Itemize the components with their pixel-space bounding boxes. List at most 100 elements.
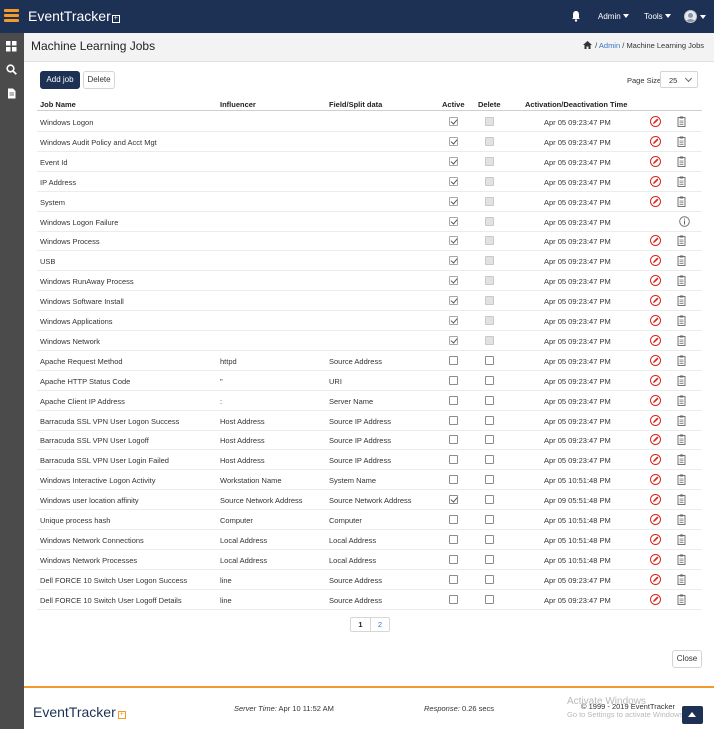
search-icon[interactable] bbox=[6, 64, 17, 75]
active-checkbox[interactable] bbox=[449, 534, 458, 544]
active-checkbox[interactable] bbox=[449, 355, 458, 365]
edit-icon[interactable] bbox=[650, 255, 661, 267]
clipboard-icon[interactable] bbox=[676, 255, 687, 267]
clipboard-icon[interactable] bbox=[676, 196, 687, 207]
clipboard-icon[interactable] bbox=[676, 494, 687, 506]
clipboard-icon[interactable] bbox=[676, 395, 687, 406]
clipboard-icon[interactable] bbox=[676, 335, 687, 346]
edit-icon[interactable] bbox=[650, 514, 661, 525]
clipboard-icon[interactable] bbox=[676, 534, 687, 545]
edit-icon[interactable] bbox=[650, 533, 661, 545]
edit-icon[interactable] bbox=[650, 315, 661, 326]
delete-checkbox[interactable] bbox=[485, 495, 494, 505]
active-checkbox[interactable] bbox=[449, 395, 458, 405]
tools-menu[interactable]: Tools bbox=[644, 12, 671, 21]
column-header-time[interactable]: Activation/Deactivation Time bbox=[525, 100, 627, 109]
clipboard-icon[interactable] bbox=[676, 156, 687, 167]
hamburger-menu-icon[interactable] bbox=[4, 9, 19, 23]
column-header-influencer[interactable]: Influencer bbox=[220, 100, 256, 109]
delete-checkbox[interactable] bbox=[485, 375, 494, 385]
clipboard-icon[interactable] bbox=[676, 355, 687, 366]
bell-icon[interactable] bbox=[571, 10, 581, 22]
clipboard-icon[interactable] bbox=[676, 574, 687, 585]
clipboard-icon[interactable] bbox=[676, 454, 687, 466]
edit-icon[interactable] bbox=[650, 155, 661, 167]
active-checkbox[interactable] bbox=[449, 435, 458, 445]
active-checkbox[interactable] bbox=[449, 515, 458, 524]
delete-checkbox[interactable] bbox=[485, 435, 494, 445]
edit-icon[interactable] bbox=[650, 593, 661, 605]
admin-menu[interactable]: Admin bbox=[598, 12, 629, 21]
clipboard-icon[interactable] bbox=[676, 235, 687, 247]
user-avatar[interactable] bbox=[684, 10, 697, 23]
column-header-delete[interactable]: Delete bbox=[478, 100, 501, 109]
delete-checkbox[interactable] bbox=[485, 574, 494, 584]
delete-checkbox[interactable] bbox=[485, 534, 494, 544]
edit-icon[interactable] bbox=[650, 334, 661, 346]
delete-checkbox[interactable] bbox=[485, 475, 494, 485]
active-checkbox[interactable] bbox=[449, 554, 458, 564]
delete-checkbox[interactable] bbox=[485, 594, 494, 604]
edit-icon[interactable] bbox=[650, 175, 661, 187]
delete-button[interactable]: Delete bbox=[83, 71, 115, 89]
page-size-select[interactable]: 25 bbox=[660, 71, 698, 88]
app-logo[interactable]: EventTracker + bbox=[28, 8, 120, 24]
active-checkbox[interactable] bbox=[449, 594, 458, 604]
edit-icon[interactable] bbox=[650, 135, 661, 147]
close-button[interactable]: Close bbox=[672, 650, 702, 668]
report-icon[interactable] bbox=[6, 88, 17, 99]
edit-icon[interactable] bbox=[650, 235, 661, 247]
active-checkbox[interactable] bbox=[449, 475, 458, 485]
active-checkbox[interactable] bbox=[449, 415, 458, 425]
edit-icon[interactable] bbox=[650, 454, 661, 466]
active-checkbox[interactable] bbox=[449, 375, 458, 385]
clipboard-icon[interactable] bbox=[676, 554, 687, 565]
edit-icon[interactable] bbox=[650, 474, 661, 486]
clipboard-icon[interactable] bbox=[676, 275, 687, 287]
edit-icon[interactable] bbox=[650, 434, 661, 446]
edit-icon[interactable] bbox=[650, 494, 661, 506]
add-job-button[interactable]: Add job bbox=[40, 71, 80, 89]
edit-icon[interactable] bbox=[650, 116, 661, 127]
edit-icon[interactable] bbox=[650, 414, 661, 426]
clipboard-icon[interactable] bbox=[676, 514, 687, 525]
delete-checkbox[interactable] bbox=[485, 355, 494, 365]
delete-checkbox[interactable] bbox=[485, 554, 494, 564]
delete-checkbox[interactable] bbox=[485, 395, 494, 405]
edit-icon[interactable] bbox=[650, 374, 661, 386]
edit-icon[interactable] bbox=[650, 354, 661, 366]
active-checkbox[interactable] bbox=[449, 495, 458, 505]
page-2-button[interactable]: 2 bbox=[370, 618, 389, 631]
column-header-active[interactable]: Active bbox=[442, 100, 465, 109]
clipboard-icon[interactable] bbox=[676, 176, 687, 187]
clipboard-icon[interactable] bbox=[676, 295, 687, 307]
edit-icon[interactable] bbox=[650, 295, 661, 307]
edit-icon[interactable] bbox=[650, 275, 661, 287]
edit-icon[interactable] bbox=[650, 573, 661, 585]
active-checkbox[interactable] bbox=[449, 574, 458, 584]
clipboard-icon[interactable] bbox=[676, 315, 687, 326]
dashboard-grid-icon[interactable] bbox=[6, 41, 17, 52]
home-icon[interactable] bbox=[583, 41, 593, 49]
clipboard-icon[interactable] bbox=[676, 474, 687, 486]
clipboard-icon[interactable] bbox=[676, 116, 687, 127]
breadcrumb-admin-link[interactable]: Admin bbox=[599, 41, 620, 50]
scroll-to-top-button[interactable] bbox=[682, 706, 703, 724]
delete-checkbox[interactable] bbox=[485, 515, 494, 524]
edit-icon[interactable] bbox=[650, 195, 661, 207]
edit-icon[interactable] bbox=[650, 553, 661, 565]
chevron-down-icon[interactable] bbox=[700, 15, 706, 19]
clipboard-icon[interactable] bbox=[676, 375, 687, 386]
clipboard-icon[interactable] bbox=[676, 434, 687, 446]
clipboard-icon[interactable] bbox=[676, 415, 687, 426]
column-header-job-name[interactable]: Job Name bbox=[40, 100, 76, 109]
active-checkbox[interactable] bbox=[449, 455, 458, 465]
edit-icon[interactable] bbox=[650, 394, 661, 406]
delete-checkbox[interactable] bbox=[485, 455, 494, 465]
delete-checkbox[interactable] bbox=[485, 415, 494, 425]
page-1-button[interactable]: 1 bbox=[351, 618, 370, 631]
column-header-field[interactable]: Field/Split data bbox=[329, 100, 382, 109]
clipboard-icon[interactable] bbox=[676, 136, 687, 147]
info-icon[interactable] bbox=[679, 215, 690, 227]
clipboard-icon[interactable] bbox=[676, 594, 687, 605]
